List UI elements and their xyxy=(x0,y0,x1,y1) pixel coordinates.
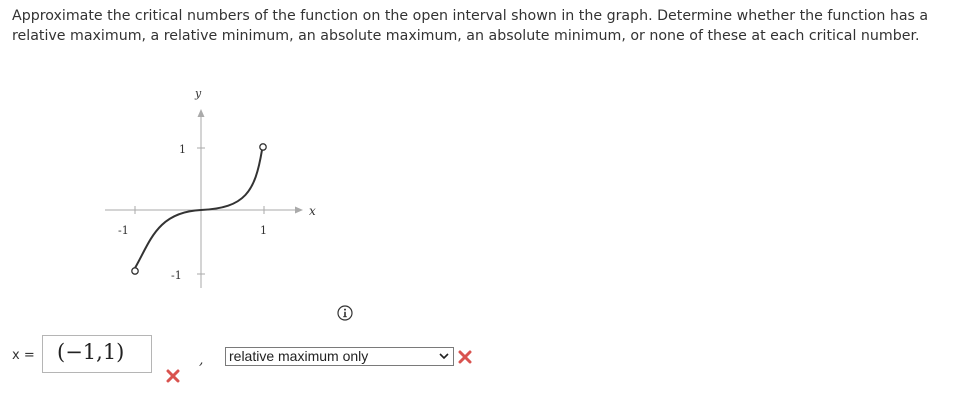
x-axis-label: x xyxy=(309,204,316,218)
chevron-down-icon xyxy=(439,353,449,360)
x-axis-arrow xyxy=(295,206,303,214)
comma-separator: , xyxy=(199,352,204,368)
x-tick-label-neg1: -1 xyxy=(118,224,129,237)
classification-select[interactable]: relative maximum only xyxy=(225,347,454,366)
critical-number-input[interactable]: (−1,1) xyxy=(42,335,152,373)
x-tick-label-1: 1 xyxy=(260,224,267,237)
question-text: Approximate the critical numbers of the … xyxy=(12,8,929,44)
info-icon[interactable] xyxy=(337,305,353,321)
y-tick-label-1: 1 xyxy=(179,143,186,156)
open-endpoint-right xyxy=(259,143,267,151)
function-graph: y x -1 1 1 -1 xyxy=(105,87,316,288)
x-equals-label: x = xyxy=(12,348,35,363)
function-curve xyxy=(134,149,263,269)
open-endpoint-left xyxy=(131,267,139,275)
y-tick-label-neg1: -1 xyxy=(171,269,182,282)
classification-select-value: relative maximum only xyxy=(229,348,369,364)
wrong-mark-icon xyxy=(166,369,180,383)
wrong-mark-icon xyxy=(458,350,472,364)
y-axis-arrow xyxy=(197,109,205,117)
y-axis-label: y xyxy=(194,87,202,100)
